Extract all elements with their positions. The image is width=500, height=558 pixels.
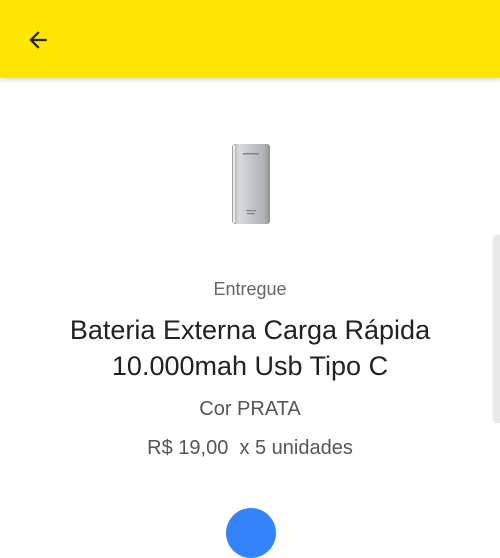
unit-price: R$ 19,00 bbox=[147, 437, 229, 459]
order-status: Entregue bbox=[213, 279, 287, 299]
arrow-left-icon bbox=[29, 31, 47, 49]
product-variation: Cor PRATA bbox=[199, 398, 301, 420]
product-title: Bateria Externa Carga Rápida 10.000mah U… bbox=[69, 315, 431, 381]
product-image[interactable] bbox=[222, 142, 280, 226]
scroll-handle[interactable] bbox=[494, 235, 500, 423]
app-header bbox=[0, 0, 500, 78]
action-button[interactable] bbox=[226, 508, 276, 558]
purchase-detail: Entregue Bateria Externa Carga Rápida 10… bbox=[0, 78, 500, 558]
back-button[interactable] bbox=[18, 20, 58, 60]
price-quantity: R$ 19,00 x 5 unidades bbox=[0, 437, 500, 460]
quantity: x 5 unidades bbox=[239, 437, 353, 459]
